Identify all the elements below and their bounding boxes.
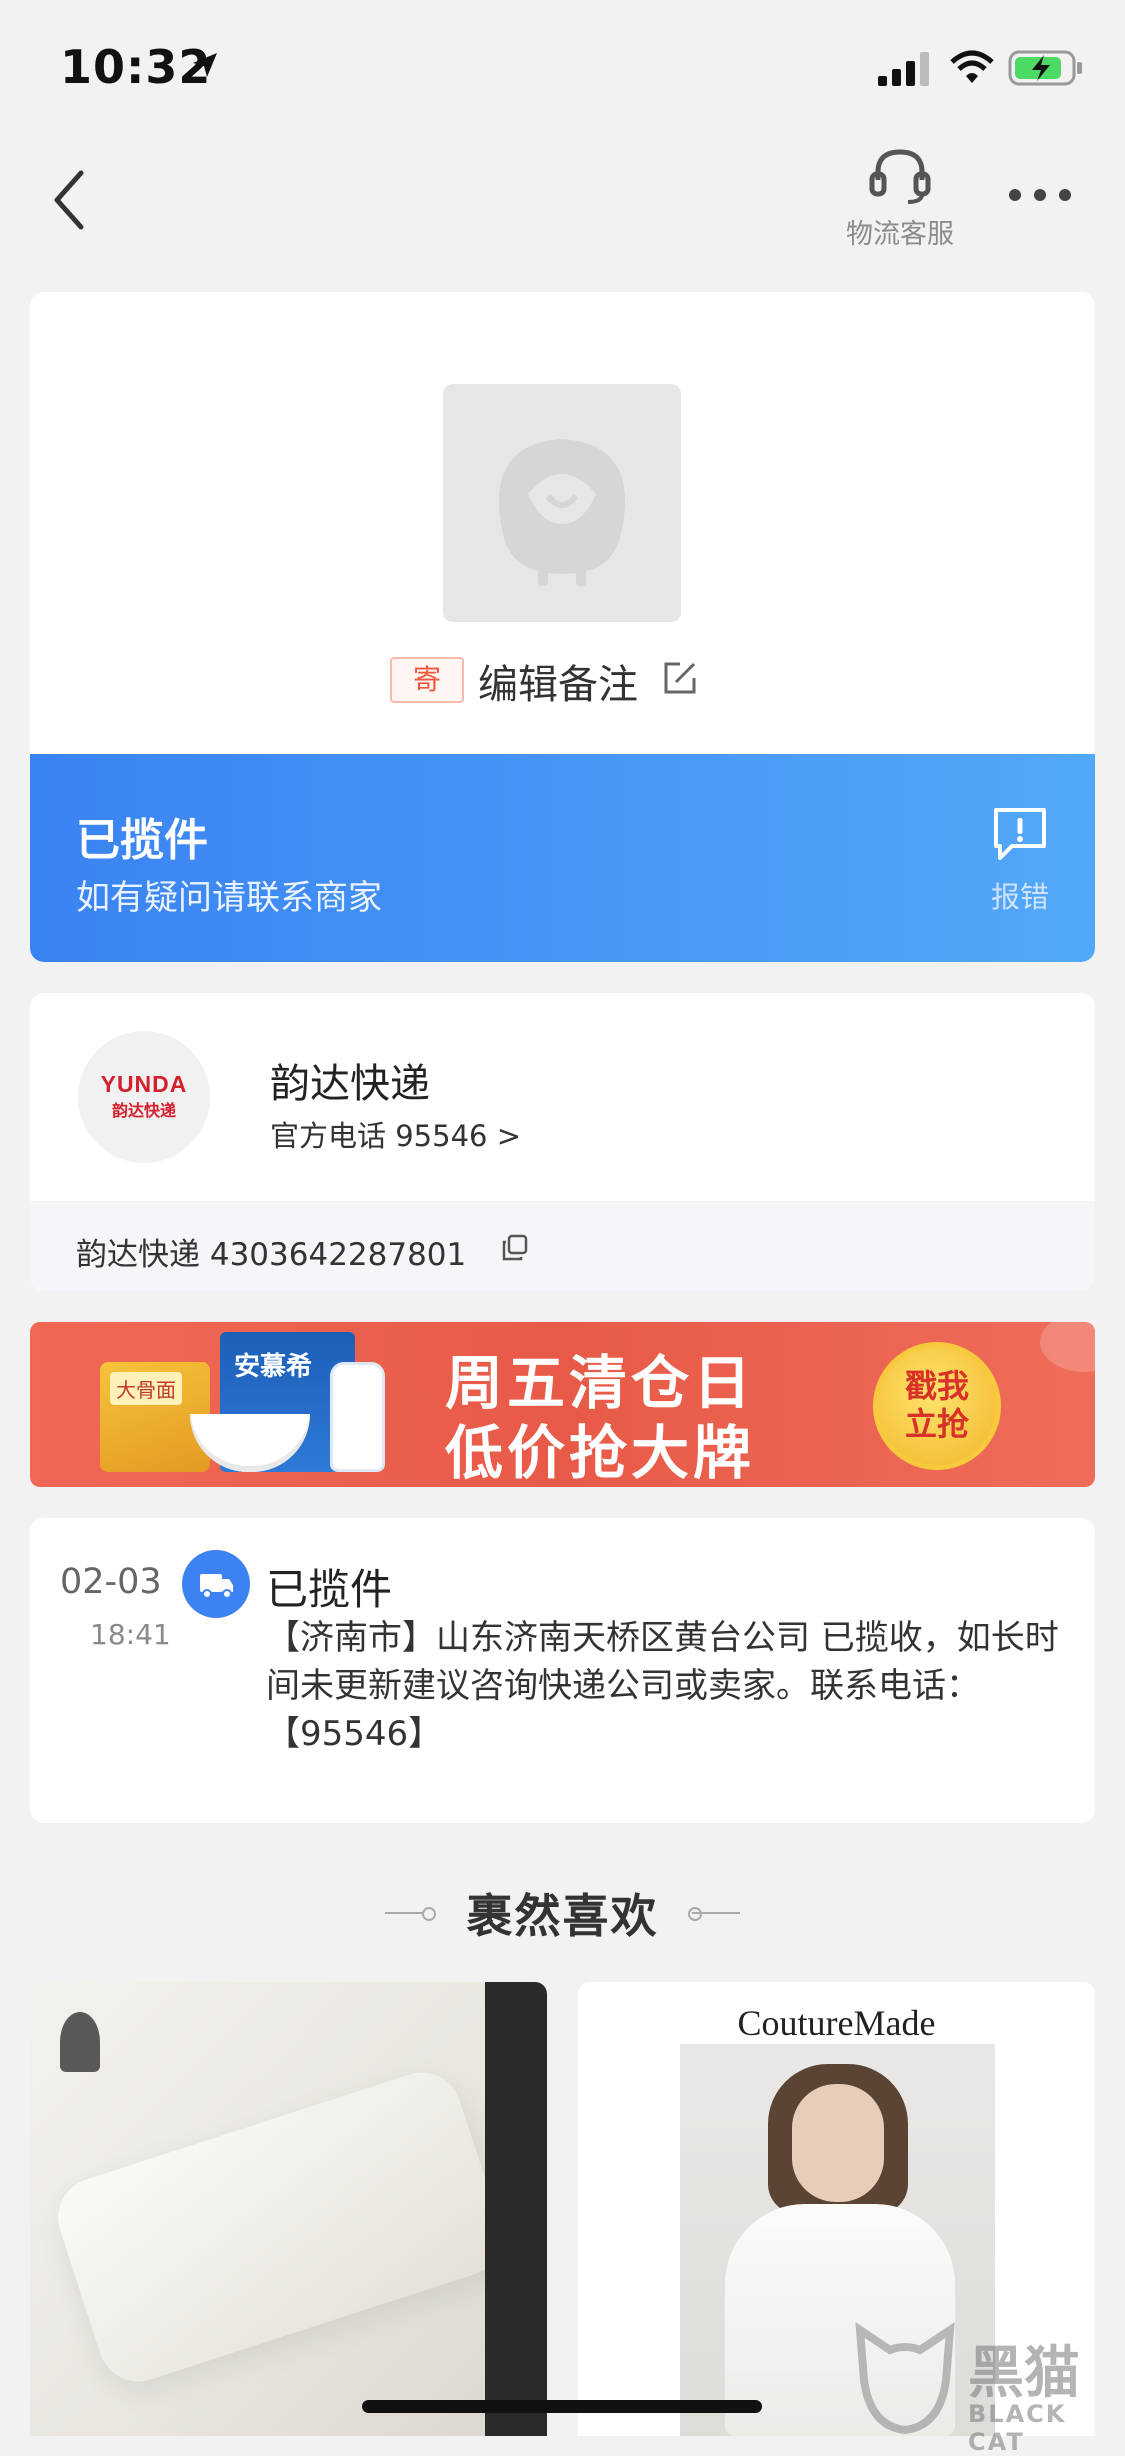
cat-logo-icon bbox=[855, 2322, 955, 2435]
yogurt-bottle-image bbox=[330, 1362, 385, 1472]
signal-icon bbox=[878, 52, 929, 86]
courier-logo-en: YUNDA bbox=[100, 1071, 188, 1097]
promo-cta-button[interactable]: 戳我 立抢 bbox=[873, 1342, 1001, 1470]
more-options-button[interactable] bbox=[1005, 180, 1075, 210]
black-cat-watermark: 黑猫 BLACK CAT bbox=[850, 2320, 1120, 2456]
tracking-timeline-card: 02-03 18:41 已揽件 【济南市】山东济南天桥区黄台公司 已揽收，如长时… bbox=[30, 1518, 1095, 1823]
tracking-number-row: 韵达快递 4303642287801 bbox=[30, 1201, 1095, 1291]
courier-name: 韵达快递 bbox=[270, 1061, 430, 1107]
home-indicator[interactable] bbox=[362, 2400, 762, 2413]
package-card: 寄 编辑备注 已揽件 如有疑问请联系商家 报错 bbox=[30, 292, 1095, 962]
brand-logo-icon bbox=[60, 2012, 100, 2072]
courier-phone-link[interactable]: 官方电话 95546 > bbox=[270, 1113, 521, 1155]
logistics-service-label: 物流客服 bbox=[846, 219, 954, 250]
banner-decoration bbox=[1040, 1322, 1095, 1372]
courier-card: YUNDA 韵达快递 韵达快递 官方电话 95546 > 韵达快递 430364… bbox=[30, 993, 1095, 1291]
logistics-service-button[interactable]: 物流客服 bbox=[830, 140, 970, 250]
watermark-en: BLACK CAT bbox=[968, 2400, 1067, 2456]
wifi-icon bbox=[950, 50, 994, 83]
delivery-truck-icon bbox=[182, 1550, 250, 1618]
product-image-shirt bbox=[47, 2062, 513, 2392]
status-title: 已揽件 bbox=[76, 815, 208, 866]
promo-headline-2: 低价抢大牌 bbox=[445, 1419, 756, 1487]
back-button[interactable] bbox=[45, 165, 95, 235]
send-badge: 寄 bbox=[390, 657, 464, 703]
section-divider-dot-right bbox=[688, 1907, 702, 1921]
status-banner: 已揽件 如有疑问请联系商家 报错 bbox=[30, 754, 1095, 962]
headset-icon bbox=[869, 149, 931, 204]
product-card[interactable] bbox=[30, 1982, 547, 2436]
edit-note-label[interactable]: 编辑备注 bbox=[478, 652, 638, 710]
copy-icon[interactable] bbox=[500, 1233, 530, 1263]
chat-alert-icon bbox=[994, 808, 1046, 860]
timeline-date: 02-03 bbox=[60, 1562, 162, 1602]
timeline-status-title: 已揽件 bbox=[266, 1565, 393, 1614]
status-time: 10:32 bbox=[60, 40, 212, 94]
milk-product-label: 安慕希 bbox=[234, 1352, 313, 1382]
edit-icon[interactable] bbox=[660, 658, 700, 698]
status-bar: 10:32 bbox=[0, 0, 1125, 132]
mascot-placeholder-icon bbox=[498, 439, 626, 586]
product-image-background bbox=[485, 1982, 547, 2436]
watermark-cn: 黑猫 bbox=[968, 2341, 1080, 2406]
package-placeholder-image bbox=[443, 384, 681, 622]
status-subtitle: 如有疑问请联系商家 bbox=[76, 878, 382, 918]
location-arrow-icon bbox=[193, 53, 217, 77]
timeline-time: 18:41 bbox=[90, 1618, 171, 1651]
promo-banner[interactable]: 大骨面 安慕希 周五清仓日 低价抢大牌 戳我 立抢 bbox=[30, 1322, 1095, 1487]
report-error-button[interactable]: 报错 bbox=[980, 804, 1060, 914]
promo-cta-label: 戳我 立抢 bbox=[904, 1367, 969, 1443]
recommend-section-title: 裹然喜欢 bbox=[466, 1889, 659, 1943]
model-face bbox=[792, 2084, 884, 2202]
timeline-description: 【济南市】山东济南天桥区黄台公司 已揽收，如长时间未更新建议咨询快递公司或卖家。… bbox=[266, 1618, 1059, 1754]
courier-logo-cn: 韵达快递 bbox=[111, 1101, 176, 1120]
report-error-label: 报错 bbox=[990, 880, 1049, 914]
courier-logo: YUNDA 韵达快递 bbox=[78, 1031, 210, 1163]
tracking-number: 韵达快递 4303642287801 bbox=[76, 1237, 467, 1273]
section-divider-right bbox=[692, 1912, 740, 1914]
battery-charging-icon bbox=[1008, 50, 1082, 86]
noodle-product-label: 大骨面 bbox=[110, 1372, 182, 1405]
product-brand: CoutureMade bbox=[737, 2003, 936, 2043]
